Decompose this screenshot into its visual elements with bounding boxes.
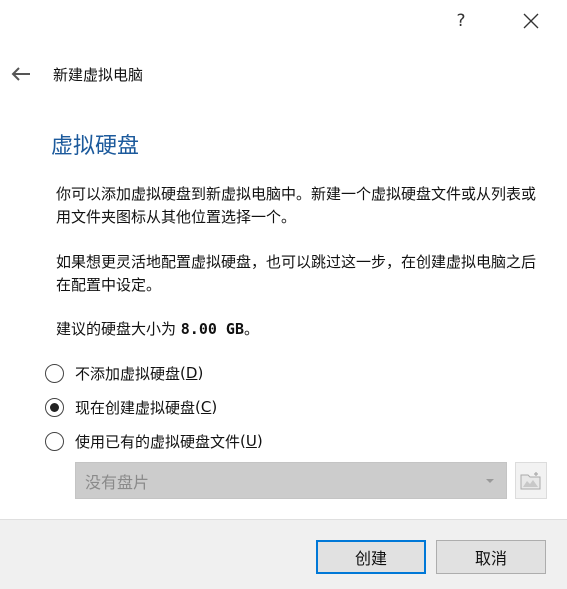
option-shortcut: (U) <box>240 432 263 450</box>
help-button[interactable]: ? <box>441 4 481 38</box>
recommended-size-value: 8.00 GB <box>180 320 244 338</box>
option-label: 不添加虚拟硬盘 <box>75 364 181 383</box>
recommended-size-suffix: 。 <box>244 320 260 338</box>
back-button[interactable] <box>6 62 36 86</box>
footer-bar: 创建 取消 <box>0 519 567 589</box>
cancel-button[interactable]: 取消 <box>436 540 546 574</box>
option-label: 使用已有的虚拟硬盘文件 <box>75 432 241 451</box>
choose-disk-file-button[interactable] <box>515 462 547 499</box>
recommended-size-text: 建议的硬盘大小为 8.00 GB。 <box>56 318 546 341</box>
title-bar: ? <box>0 0 567 44</box>
option-existing-disk[interactable]: 使用已有的虚拟硬盘文件 (U) <box>45 429 263 453</box>
option-shortcut: (C) <box>195 398 218 416</box>
radio-button-checked[interactable] <box>45 397 64 417</box>
recommended-size-label: 建议的硬盘大小为 <box>56 320 181 338</box>
description-text: 你可以添加虚拟硬盘到新虚拟电脑中。新建一个虚拟硬盘文件或从列表或用文件夹图标从其… <box>56 185 537 226</box>
disk-select-dropdown[interactable]: 没有盘片 <box>75 462 507 499</box>
option-shortcut: (D) <box>180 364 204 382</box>
option-label: 现在创建虚拟硬盘 <box>75 398 196 417</box>
wizard-title: 新建虚拟电脑 <box>53 66 144 84</box>
radio-button[interactable] <box>45 431 64 451</box>
hint-text: 如果想更灵活地配置虚拟硬盘，也可以跳过这一步，在创建虚拟电脑之后在配置中设定。 <box>56 253 537 294</box>
close-icon <box>523 13 539 29</box>
radio-button[interactable] <box>45 363 64 383</box>
create-button[interactable]: 创建 <box>316 540 426 574</box>
option-create-disk[interactable]: 现在创建虚拟硬盘 (C) <box>45 395 217 419</box>
folder-icon <box>520 471 541 489</box>
option-no-disk[interactable]: 不添加虚拟硬盘 (D) <box>45 361 203 385</box>
page-title: 虚拟硬盘 <box>51 134 140 159</box>
disk-select-value: 没有盘片 <box>85 472 150 492</box>
wizard-header: 新建虚拟电脑 <box>0 52 567 98</box>
close-button[interactable] <box>511 4 551 38</box>
arrow-left-icon <box>11 67 30 81</box>
chevron-down-icon <box>486 479 494 483</box>
